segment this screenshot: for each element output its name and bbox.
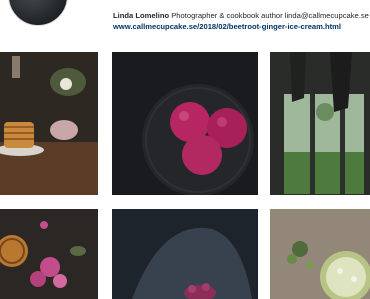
profile-bio: Linda Lomelino Photographer & cookbook a… (113, 10, 370, 32)
post-tile-tart[interactable] (270, 209, 370, 299)
pie-and-flowers-image (0, 209, 98, 299)
beetroot-ice-cream-image (112, 52, 258, 195)
post-tile-window[interactable] (270, 52, 370, 195)
post-tile-pie[interactable] (0, 209, 98, 299)
pancake-stack-image (0, 52, 98, 195)
post-tile-pancakes[interactable] (0, 52, 98, 195)
lime-tart-image (270, 209, 370, 299)
profile-link[interactable]: www.callmecupcake.se/2018/02/beetroot-gi… (113, 21, 370, 32)
profile-avatar[interactable] (8, 0, 68, 26)
window-interior-image (270, 52, 370, 195)
person-with-berries-image (112, 209, 258, 299)
post-tile-person[interactable] (112, 209, 258, 299)
profile-name: Linda Lomelino (113, 11, 170, 20)
profile-bio-text: Photographer & cookbook author linda@cal… (171, 11, 369, 20)
post-tile-beetroot[interactable] (112, 52, 258, 195)
